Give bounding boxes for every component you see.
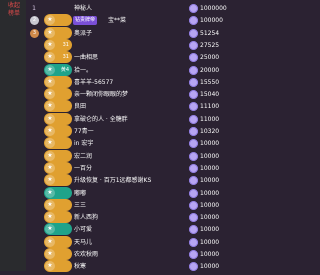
level-star-icon: ★ bbox=[45, 261, 55, 272]
level-badge: ★ bbox=[44, 260, 72, 273]
level-badge-text: 黄4 bbox=[60, 66, 69, 73]
level-badge-text: 31 bbox=[62, 41, 69, 48]
collapse-tab[interactable]: 收起 bbox=[2, 2, 26, 10]
sidebar-tabs: 收起 榜单 bbox=[2, 2, 26, 18]
leaderboard-tab[interactable]: 榜单 bbox=[2, 10, 26, 18]
leaderboard-row[interactable]: ★ 秋寒 10000 bbox=[26, 258, 270, 275]
sidebar: 收起 榜单 bbox=[0, 0, 26, 271]
leaderboard-list: 1★神秘人10000002★钻贵牌帝宝**菜1000003★奥派子51254★3… bbox=[26, 0, 270, 273]
contribution-score: 10000 bbox=[200, 263, 220, 271]
level-badge-text: 31 bbox=[62, 54, 69, 61]
user-name: 秋寒 bbox=[74, 263, 87, 271]
rank-number bbox=[26, 258, 42, 275]
coin-icon bbox=[189, 262, 198, 272]
